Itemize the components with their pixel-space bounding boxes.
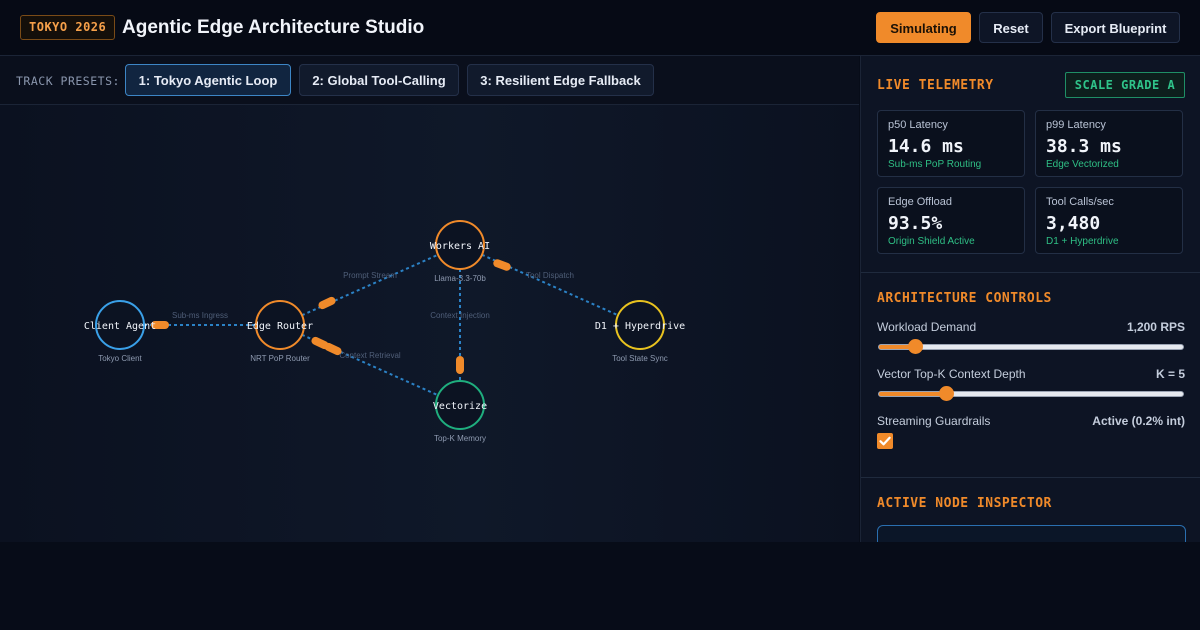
topk-depth-slider[interactable] bbox=[878, 386, 1184, 401]
node-label: Client Agent bbox=[84, 321, 156, 332]
simulating-button[interactable]: Simulating bbox=[876, 12, 971, 43]
track-presets-label: TRACK PRESETS: bbox=[16, 74, 120, 88]
edge-label: Sub-ms Ingress bbox=[172, 311, 228, 320]
workload-demand-value: 1,200 RPS bbox=[1126, 320, 1185, 334]
metric-note: Edge Vectorized bbox=[1046, 159, 1119, 170]
metric-note: D1 + Hyperdrive bbox=[1046, 236, 1119, 247]
metric-card-edge-offload: Edge Offload 93.5% Origin Shield Active bbox=[877, 187, 1025, 254]
preset-global-tool-calling[interactable]: 2: Global Tool-Calling bbox=[299, 64, 459, 96]
node-inspector-panel bbox=[877, 525, 1186, 542]
slider-thumb[interactable] bbox=[938, 386, 954, 401]
metric-label: p50 Latency bbox=[888, 119, 948, 131]
live-telemetry-section: LIVE TELEMETRY SCALE GRADE A p50 Latency… bbox=[861, 56, 1200, 273]
edge-router-vectorize bbox=[279, 324, 461, 406]
metric-label: p99 Latency bbox=[1046, 119, 1106, 131]
node-sublabel: NRT PoP Router bbox=[250, 354, 310, 363]
metric-card-p99: p99 Latency 38.3 ms Edge Vectorized bbox=[1035, 110, 1183, 177]
topk-depth-value: K = 5 bbox=[1155, 367, 1185, 381]
metric-value: 38.3 ms bbox=[1046, 136, 1122, 157]
data-packet bbox=[493, 259, 511, 271]
streaming-guardrails-value: Active (0.2% int) bbox=[1092, 414, 1185, 428]
scale-grade-badge: SCALE GRADE A bbox=[1065, 72, 1185, 98]
node-sublabel: Top-K Memory bbox=[434, 434, 486, 443]
active-node-inspector-heading: ACTIVE NODE INSPECTOR bbox=[877, 496, 1052, 511]
architecture-controls-section: ARCHITECTURE CONTROLS Workload Demand 1,… bbox=[861, 273, 1200, 478]
node-sublabel: Tool State Sync bbox=[612, 354, 668, 363]
live-telemetry-heading: LIVE TELEMETRY bbox=[877, 78, 994, 93]
topk-depth-label: Vector Top-K Context Depth bbox=[877, 367, 1026, 381]
metric-label: Tool Calls/sec bbox=[1046, 196, 1114, 208]
app-title: Agentic Edge Architecture Studio bbox=[122, 17, 425, 38]
architecture-controls-heading: ARCHITECTURE CONTROLS bbox=[877, 291, 1052, 306]
track-presets-bar: TRACK PRESETS: 1: Tokyo Agentic Loop 2: … bbox=[0, 56, 859, 105]
reset-button[interactable]: Reset bbox=[979, 12, 1043, 43]
metric-card-tool-calls: Tool Calls/sec 3,480 D1 + Hyperdrive bbox=[1035, 187, 1183, 254]
data-packet bbox=[318, 296, 336, 310]
node-label: D1 + Hyperdrive bbox=[595, 321, 685, 332]
preset-resilient-edge-fallback[interactable]: 3: Resilient Edge Fallback bbox=[467, 64, 654, 96]
metric-value: 14.6 ms bbox=[888, 136, 964, 157]
data-packet bbox=[456, 356, 464, 374]
architecture-graph: Sub-ms Ingress Prompt Stream Context Retri… bbox=[84, 220, 685, 443]
edge-label: Prompt Stream bbox=[343, 271, 397, 280]
metric-note: Origin Shield Active bbox=[888, 236, 975, 247]
checkmark-icon bbox=[879, 436, 891, 446]
slider-thumb[interactable] bbox=[908, 339, 924, 354]
export-blueprint-button[interactable]: Export Blueprint bbox=[1051, 12, 1180, 43]
node-label: Vectorize bbox=[433, 401, 487, 412]
event-badge: TOKYO 2026 bbox=[20, 15, 116, 40]
streaming-guardrails-label: Streaming Guardrails bbox=[877, 414, 991, 428]
preset-tokyo-agentic-loop[interactable]: 1: Tokyo Agentic Loop bbox=[125, 64, 291, 96]
metric-note: Sub-ms PoP Routing bbox=[888, 159, 982, 170]
node-sublabel: Llama-3.3-70b bbox=[434, 274, 486, 283]
metric-label: Edge Offload bbox=[888, 196, 953, 208]
workload-demand-slider[interactable] bbox=[878, 339, 1184, 354]
workload-demand-label: Workload Demand bbox=[877, 320, 977, 334]
right-sidebar: LIVE TELEMETRY SCALE GRADE A p50 Latency… bbox=[860, 56, 1200, 542]
node-sublabel: Tokyo Client bbox=[98, 354, 142, 363]
edge-label: Context Retrieval bbox=[339, 351, 401, 360]
slider-fill bbox=[879, 392, 946, 396]
metric-value: 93.5% bbox=[888, 213, 943, 234]
streaming-guardrails-checkbox[interactable] bbox=[877, 433, 893, 449]
node-label: Edge Router bbox=[247, 321, 313, 332]
metric-value: 3,480 bbox=[1046, 213, 1101, 234]
data-packet bbox=[324, 342, 342, 356]
metric-card-p50: p50 Latency 14.6 ms Sub-ms PoP Routing bbox=[877, 110, 1025, 177]
edge-label: Context Injection bbox=[430, 311, 490, 320]
app-header: TOKYO 2026 Agentic Edge Architecture Stu… bbox=[0, 0, 1200, 56]
node-label: Workers AI bbox=[430, 241, 490, 252]
architecture-canvas-pane: TRACK PRESETS: 1: Tokyo Agentic Loop 2: … bbox=[0, 56, 859, 542]
edge-label: Tool Dispatch bbox=[526, 271, 574, 280]
